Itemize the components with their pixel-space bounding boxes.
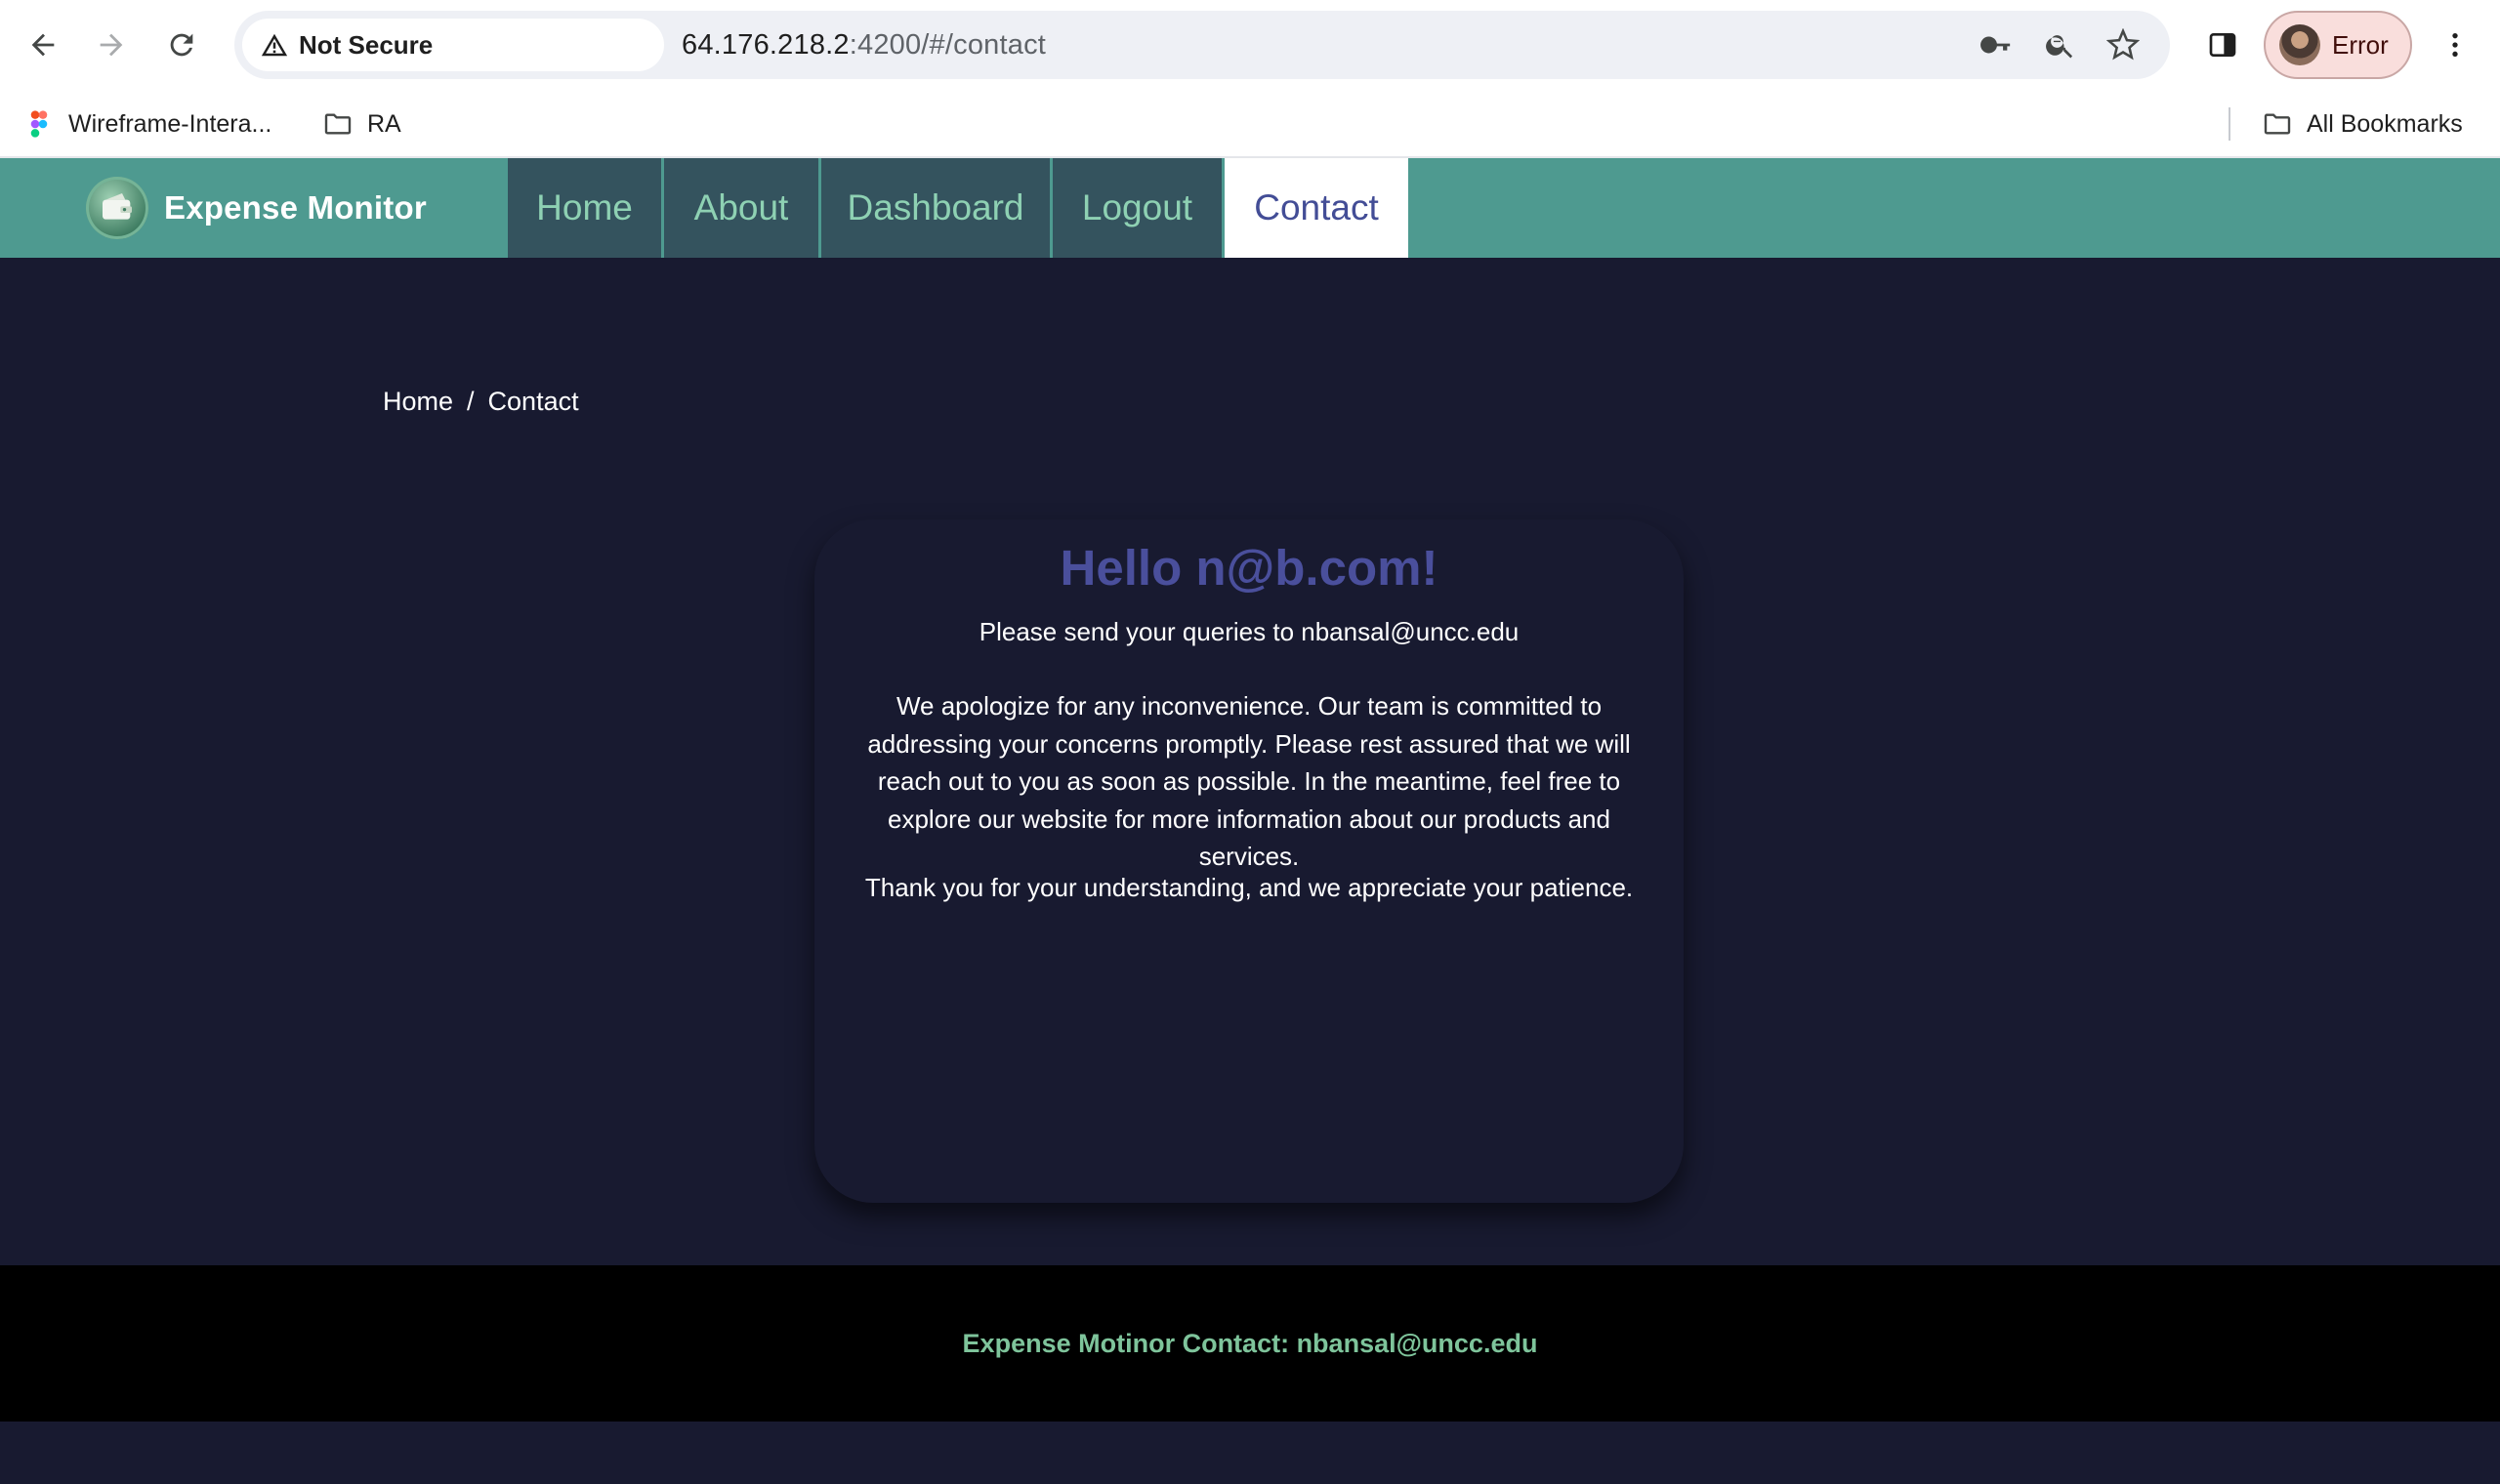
nav-about[interactable]: About: [664, 158, 821, 258]
bookmark-label: RA: [367, 109, 401, 138]
figma-icon: [30, 110, 48, 138]
nav-contact[interactable]: Contact: [1225, 158, 1408, 258]
key-icon: [1980, 36, 2011, 54]
brand-name: Expense Monitor: [164, 189, 427, 226]
address-bar[interactable]: Not Secure 64.176.218.2:4200/#/contact: [234, 11, 2170, 79]
browser-menu-button[interactable]: [2430, 20, 2480, 70]
profile-button[interactable]: Error: [2264, 11, 2412, 79]
back-button[interactable]: [18, 20, 68, 70]
side-panel-button[interactable]: [2197, 20, 2248, 70]
queries-text: Please send your queries to nbansal@uncc…: [979, 617, 1520, 646]
nav-dashboard[interactable]: Dashboard: [821, 158, 1053, 258]
avatar: [2279, 24, 2320, 65]
browser-toolbar: Not Secure 64.176.218.2:4200/#/contact E…: [0, 0, 2500, 90]
zoom-icon: [2046, 35, 2073, 59]
folder-icon: [324, 113, 352, 135]
bookmark-label: Wireframe-Intera...: [68, 109, 272, 138]
reload-button[interactable]: [156, 20, 207, 70]
security-label: Not Secure: [299, 29, 434, 60]
breadcrumb-home[interactable]: Home: [383, 387, 453, 417]
more-vertical-icon: [2452, 33, 2458, 57]
zoom-button[interactable]: [2039, 23, 2082, 66]
apology-paragraph: We apologize for any inconvenience. Our …: [867, 691, 1631, 871]
app-navbar: Expense Monitor Home About Dashboard Log…: [0, 158, 2500, 258]
brand[interactable]: Expense Monitor: [86, 177, 427, 239]
page-bottom: [0, 1422, 2500, 1484]
side-panel-icon: [2209, 33, 2236, 57]
url-text[interactable]: 64.176.218.2:4200/#/contact: [682, 11, 1046, 79]
footer: Expense Motinor Contact: nbansal@uncc.ed…: [0, 1265, 2500, 1422]
footer-contact-text: Expense Motinor Contact: nbansal@uncc.ed…: [962, 1328, 1538, 1358]
breadcrumb-separator: /: [467, 387, 475, 416]
bookmarks-bar: Wireframe-Intera... RA All Bookmarks: [0, 90, 2500, 158]
password-key-button[interactable]: [1975, 23, 2018, 66]
bookmark-folder-ra[interactable]: RA: [322, 103, 401, 144]
breadcrumb: Home / Contact: [383, 387, 579, 417]
url-path: :4200/#/contact: [849, 28, 1047, 61]
bookmark-figma[interactable]: Wireframe-Intera...: [23, 103, 271, 144]
profile-label: Error: [2332, 29, 2389, 60]
reload-icon: [170, 33, 193, 57]
nav-home[interactable]: Home: [508, 158, 664, 258]
contact-card: Hello n@b.com! Please send your queries …: [814, 519, 1684, 1203]
arrow-left-icon: [31, 33, 55, 57]
bookmarks-divider: [2229, 107, 2230, 141]
security-chip[interactable]: Not Secure: [242, 19, 664, 71]
greeting-title: Hello n@b.com!: [1060, 540, 1438, 596]
warning-icon: [261, 33, 288, 57]
thanks-text: Thank you for your understanding, and we…: [864, 873, 1634, 902]
url-host: 64.176.218.2: [682, 28, 850, 61]
arrow-right-icon: [100, 33, 123, 57]
all-bookmarks-label: All Bookmarks: [2307, 109, 2463, 138]
wallet-logo-icon: [86, 177, 148, 239]
main-content: Home / Contact Hello n@b.com! Please sen…: [0, 258, 2500, 1265]
wallet-icon: [103, 193, 132, 220]
forward-button[interactable]: [86, 20, 137, 70]
folder-icon: [2264, 113, 2291, 135]
star-icon: [2106, 28, 2140, 61]
nav-logout[interactable]: Logout: [1053, 158, 1225, 258]
bookmark-star-button[interactable]: [2102, 23, 2145, 66]
breadcrumb-current: Contact: [487, 387, 579, 416]
all-bookmarks-button[interactable]: All Bookmarks: [2262, 103, 2463, 144]
